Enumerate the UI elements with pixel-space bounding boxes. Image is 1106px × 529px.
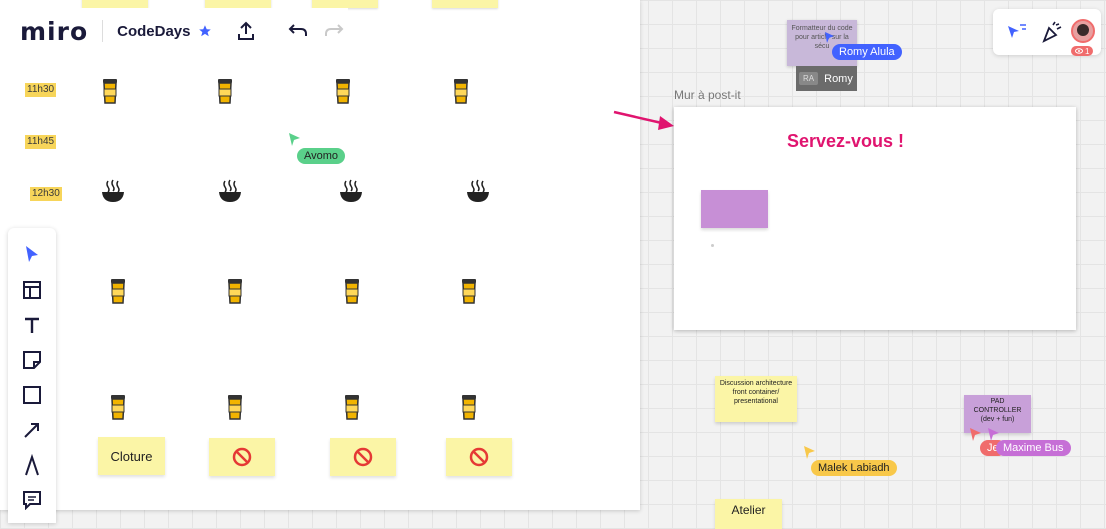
viewer-count: 1 xyxy=(1085,46,1090,56)
time-label: 11h45 xyxy=(25,135,57,149)
arrow-icon xyxy=(24,423,39,438)
shape-tool[interactable] xyxy=(20,383,44,407)
avatar-initials: RA xyxy=(799,72,819,85)
pointer-icon xyxy=(26,246,38,262)
soup-bowl-icon xyxy=(219,179,241,202)
sticky-note[interactable] xyxy=(446,438,512,476)
cursor-label-maxime: Maxime Bus xyxy=(996,440,1071,456)
miro-logo[interactable]: miro xyxy=(20,17,88,46)
time-label: 12h30 xyxy=(30,187,62,201)
collaboration-bar: 1 xyxy=(993,9,1101,56)
redo-button[interactable] xyxy=(320,17,348,45)
soup-bowl-icon xyxy=(102,179,124,202)
comment-tool[interactable] xyxy=(20,488,44,512)
celebrate-icon[interactable] xyxy=(1041,21,1063,43)
dot xyxy=(711,244,714,247)
sticky-note[interactable] xyxy=(82,0,148,8)
square-icon xyxy=(23,386,41,404)
coffee-cup-icon xyxy=(345,395,359,420)
soup-bowl-icon xyxy=(467,179,489,202)
coffee-cup-icon xyxy=(111,395,125,420)
select-tool[interactable] xyxy=(20,242,44,266)
sticky-note[interactable] xyxy=(205,0,271,8)
cursor-pointer-icon xyxy=(970,428,981,441)
coffee-cup-icon xyxy=(454,79,468,104)
coffee-cup-icon xyxy=(345,279,359,304)
eye-icon xyxy=(1075,48,1083,54)
user-selection-tag: RA Romy xyxy=(796,66,857,91)
share-button[interactable] xyxy=(232,17,260,45)
coffee-cup-icon xyxy=(228,279,242,304)
cursor-visibility-icon[interactable] xyxy=(1007,23,1027,41)
schedule-board: 11h30 11h45 12h30 Cloture Avomo xyxy=(0,0,640,510)
upload-icon xyxy=(238,21,255,40)
frame-label[interactable]: Mur à post-it xyxy=(674,88,741,102)
time-label: 11h30 xyxy=(25,83,57,97)
pen-tool[interactable] xyxy=(20,453,44,477)
sticky-note[interactable] xyxy=(330,438,396,476)
soup-bowl-icon xyxy=(340,179,362,202)
cursor-label-malek: Malek Labiadh xyxy=(811,460,897,476)
star-icon[interactable] xyxy=(198,24,212,38)
sticky-text: Atelier xyxy=(731,503,766,517)
frame-title: Servez-vous ! xyxy=(787,131,905,151)
sticky-text: Discussion architecture front container/… xyxy=(719,380,793,405)
coffee-cup-icon xyxy=(336,79,350,104)
viewer-count-badge[interactable]: 1 xyxy=(1071,46,1094,56)
cursor-pointer-icon xyxy=(804,446,815,459)
sticky-note[interactable] xyxy=(432,0,498,8)
arrow-connector[interactable] xyxy=(612,108,676,132)
cursor-pointer-icon xyxy=(988,428,999,441)
sticky-note-purple[interactable] xyxy=(701,190,768,228)
prohibited-icon xyxy=(353,447,373,467)
coffee-cup-icon xyxy=(462,395,476,420)
sticky-text: PAD CONTROLLER (dev + fun) xyxy=(973,398,1022,423)
left-toolbar xyxy=(8,228,56,523)
divider xyxy=(102,20,104,42)
text-icon xyxy=(25,317,39,333)
sticky-note-icon xyxy=(23,351,41,369)
connector-tool[interactable] xyxy=(20,418,44,442)
template-icon xyxy=(23,281,41,299)
sticky-note-cloture[interactable]: Cloture xyxy=(98,437,165,475)
sticky-note-atelier[interactable]: Atelier xyxy=(715,499,782,529)
undo-icon xyxy=(288,24,308,36)
text-tool[interactable] xyxy=(20,313,44,337)
cursor-pointer-icon xyxy=(825,32,834,43)
user-name: Romy xyxy=(824,72,853,85)
coffee-cup-icon xyxy=(228,395,242,420)
sticky-note-tool[interactable] xyxy=(20,348,44,372)
coffee-cup-icon xyxy=(218,79,232,104)
sticky-note-discussion[interactable]: Discussion architecture front container/… xyxy=(715,376,797,422)
cursor-pointer-icon xyxy=(289,133,300,146)
pen-icon xyxy=(25,454,39,476)
templates-tool[interactable] xyxy=(20,278,44,302)
avatar[interactable] xyxy=(1071,19,1095,43)
redo-icon xyxy=(325,24,344,36)
sticky-note[interactable] xyxy=(312,0,378,8)
coffee-cup-icon xyxy=(111,279,125,304)
comment-icon xyxy=(23,491,41,510)
prohibited-icon xyxy=(469,447,489,467)
coffee-cup-icon xyxy=(462,279,476,304)
sticky-note[interactable] xyxy=(209,438,275,476)
cloture-text: Cloture xyxy=(110,448,153,464)
cursor-label-romy-alula: Romy Alula xyxy=(832,44,902,60)
prohibited-icon xyxy=(232,447,252,467)
board-title[interactable]: CodeDays xyxy=(117,23,190,40)
top-app-bar: miro CodeDays xyxy=(8,8,348,54)
cursor-label-avomo: Avomo xyxy=(297,148,346,164)
undo-button[interactable] xyxy=(284,17,312,45)
coffee-cup-icon xyxy=(103,79,117,104)
